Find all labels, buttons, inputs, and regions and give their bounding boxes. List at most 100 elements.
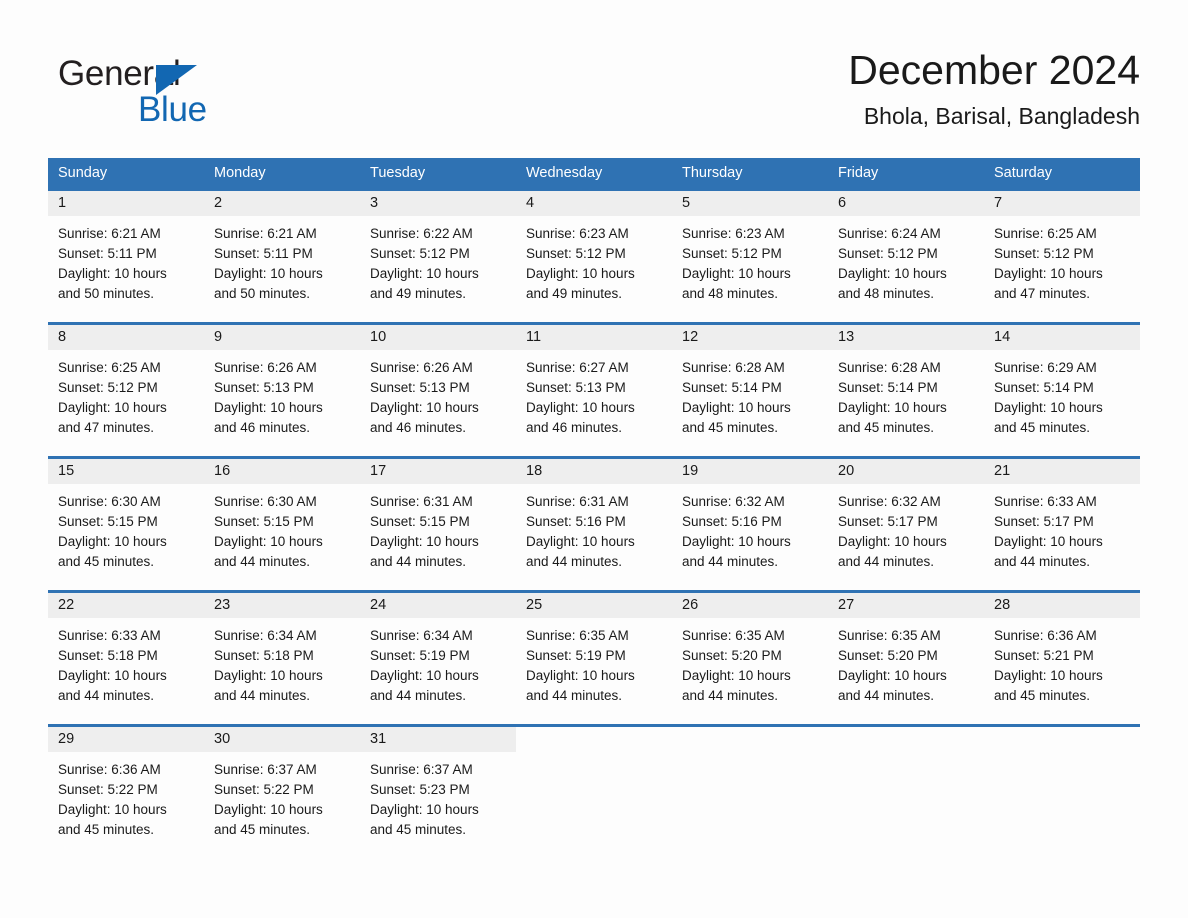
sunset-text: Sunset: 5:17 PM (838, 514, 938, 529)
day-number: 19 (682, 463, 699, 479)
daylight-text-line1: Daylight: 10 hours (370, 266, 479, 281)
calendar-day-cell[interactable]: 2 Sunrise: 6:21 AM Sunset: 5:11 PM Daylight… (204, 191, 360, 313)
daylight-text-line1: Daylight: 10 hours (214, 534, 323, 549)
daylight-text-line1: Daylight: 10 hours (370, 802, 479, 817)
day-details: Sunrise: 6:35 AM Sunset: 5:20 PM Daylight:… (828, 618, 984, 706)
daylight-text-line2: and 44 minutes. (838, 688, 935, 703)
calendar-day-cell[interactable]: 20 Sunrise: 6:32 AM Sunset: 5:17 PM Dayligh… (828, 459, 984, 581)
sunset-text: Sunset: 5:20 PM (682, 648, 782, 663)
calendar-day-cell[interactable]: 8 Sunrise: 6:25 AM Sunset: 5:12 PM Daylight… (48, 325, 204, 447)
day-details: Sunrise: 6:31 AM Sunset: 5:15 PM Daylight:… (360, 484, 516, 572)
day-number-bar: 31 (360, 727, 516, 752)
sunrise-text: Sunrise: 6:33 AM (58, 628, 161, 643)
calendar-day-cell[interactable]: 22 Sunrise: 6:33 AM Sunset: 5:18 PM Dayligh… (48, 593, 204, 715)
day-number: 20 (838, 463, 855, 479)
calendar-day-cell[interactable]: 4 Sunrise: 6:23 AM Sunset: 5:12 PM Daylight… (516, 191, 672, 313)
sunrise-text: Sunrise: 6:35 AM (526, 628, 629, 643)
sunset-text: Sunset: 5:16 PM (526, 514, 626, 529)
weekday-header-sunday: Sunday (58, 165, 108, 181)
calendar-day-cell[interactable]: 17 Sunrise: 6:31 AM Sunset: 5:15 PM Dayligh… (360, 459, 516, 581)
calendar-day-cell[interactable]: 25 Sunrise: 6:35 AM Sunset: 5:19 PM Dayligh… (516, 593, 672, 715)
general-blue-logo[interactable]: General Blue (58, 52, 318, 136)
day-number-bar: 27 (828, 593, 984, 618)
daylight-text-line2: and 45 minutes. (370, 822, 467, 837)
sunset-text: Sunset: 5:11 PM (214, 246, 313, 261)
sunrise-text: Sunrise: 6:28 AM (838, 360, 941, 375)
sunset-text: Sunset: 5:13 PM (526, 380, 626, 395)
sunset-text: Sunset: 5:12 PM (994, 246, 1094, 261)
day-number: 23 (214, 597, 231, 613)
calendar-day-cell[interactable]: 9 Sunrise: 6:26 AM Sunset: 5:13 PM Daylight… (204, 325, 360, 447)
daylight-text-line2: and 49 minutes. (526, 286, 623, 301)
location-subtitle: Bhola, Barisal, Bangladesh (863, 103, 1140, 129)
day-number: 17 (370, 463, 387, 479)
calendar-day-cell[interactable]: 7 Sunrise: 6:25 AM Sunset: 5:12 PM Daylight… (984, 191, 1140, 313)
daylight-text-line2: and 44 minutes. (370, 688, 467, 703)
calendar-day-cell[interactable]: 18 Sunrise: 6:31 AM Sunset: 5:16 PM Dayligh… (516, 459, 672, 581)
sunset-text: Sunset: 5:22 PM (58, 782, 158, 797)
daylight-text-line1: Daylight: 10 hours (58, 400, 167, 415)
calendar-day-cell[interactable]: 14 Sunrise: 6:29 AM Sunset: 5:14 PM Dayligh… (984, 325, 1140, 447)
calendar-day-cell[interactable]: 6 Sunrise: 6:24 AM Sunset: 5:12 PM Daylight… (828, 191, 984, 313)
calendar-day-cell[interactable]: 23 Sunrise: 6:34 AM Sunset: 5:18 PM Dayligh… (204, 593, 360, 715)
title-block: December 2024 Bhola, Barisal, Bangladesh (848, 44, 1140, 132)
calendar-day-cell[interactable]: 1 Sunrise: 6:21 AM Sunset: 5:11 PM Daylight… (48, 191, 204, 313)
daylight-text-line1: Daylight: 10 hours (58, 534, 167, 549)
sunrise-text: Sunrise: 6:36 AM (994, 628, 1097, 643)
day-details: Sunrise: 6:37 AM Sunset: 5:22 PM Daylight:… (204, 752, 360, 840)
sunrise-text: Sunrise: 6:22 AM (370, 226, 473, 241)
calendar-week-row: 22 Sunrise: 6:33 AM Sunset: 5:18 PM Dayligh… (48, 590, 1140, 715)
sunset-text: Sunset: 5:13 PM (214, 380, 314, 395)
daylight-text-line1: Daylight: 10 hours (994, 266, 1103, 281)
daylight-text-line1: Daylight: 10 hours (994, 668, 1103, 683)
day-number: 15 (58, 463, 75, 479)
calendar-day-cell[interactable]: 12 Sunrise: 6:28 AM Sunset: 5:14 PM Dayligh… (672, 325, 828, 447)
calendar-day-cell[interactable]: 11 Sunrise: 6:27 AM Sunset: 5:13 PM Dayligh… (516, 325, 672, 447)
day-details: Sunrise: 6:23 AM Sunset: 5:12 PM Daylight:… (672, 216, 828, 304)
day-number-bar: 19 (672, 459, 828, 484)
sunset-text: Sunset: 5:19 PM (370, 648, 470, 663)
day-number: 13 (838, 329, 855, 345)
calendar-day-cell[interactable]: 13 Sunrise: 6:28 AM Sunset: 5:14 PM Dayligh… (828, 325, 984, 447)
day-number-bar: 3 (360, 191, 516, 216)
day-number-bar: 23 (204, 593, 360, 618)
calendar-day-cell[interactable]: 27 Sunrise: 6:35 AM Sunset: 5:20 PM Dayligh… (828, 593, 984, 715)
calendar-day-cell[interactable]: 26 Sunrise: 6:35 AM Sunset: 5:20 PM Dayligh… (672, 593, 828, 715)
calendar-day-cell[interactable]: 5 Sunrise: 6:23 AM Sunset: 5:12 PM Daylight… (672, 191, 828, 313)
calendar-day-cell[interactable]: 29 Sunrise: 6:36 AM Sunset: 5:22 PM Dayligh… (48, 727, 204, 849)
day-details: Sunrise: 6:26 AM Sunset: 5:13 PM Daylight:… (204, 350, 360, 438)
daylight-text-line1: Daylight: 10 hours (526, 668, 635, 683)
day-number: 31 (370, 731, 387, 747)
day-details: Sunrise: 6:35 AM Sunset: 5:20 PM Daylight:… (672, 618, 828, 706)
day-number: 10 (370, 329, 387, 345)
sunrise-text: Sunrise: 6:28 AM (682, 360, 785, 375)
calendar-day-cell[interactable]: 19 Sunrise: 6:32 AM Sunset: 5:16 PM Dayligh… (672, 459, 828, 581)
day-number: 30 (214, 731, 231, 747)
sunset-text: Sunset: 5:12 PM (58, 380, 158, 395)
calendar-day-cell[interactable]: 24 Sunrise: 6:34 AM Sunset: 5:19 PM Dayligh… (360, 593, 516, 715)
daylight-text-line1: Daylight: 10 hours (58, 802, 167, 817)
calendar-day-cell[interactable]: 30 Sunrise: 6:37 AM Sunset: 5:22 PM Dayligh… (204, 727, 360, 849)
daylight-text-line2: and 44 minutes. (370, 554, 467, 569)
sunset-text: Sunset: 5:13 PM (370, 380, 470, 395)
sunrise-text: Sunrise: 6:27 AM (526, 360, 629, 375)
daylight-text-line2: and 46 minutes. (526, 420, 623, 435)
daylight-text-line2: and 45 minutes. (682, 420, 779, 435)
calendar-day-cell[interactable]: 31 Sunrise: 6:37 AM Sunset: 5:23 PM Dayligh… (360, 727, 516, 849)
day-details: Sunrise: 6:21 AM Sunset: 5:11 PM Daylight:… (48, 216, 204, 304)
day-number-bar: 24 (360, 593, 516, 618)
calendar-day-cell[interactable]: 21 Sunrise: 6:33 AM Sunset: 5:17 PM Dayligh… (984, 459, 1140, 581)
calendar-day-cell[interactable]: 10 Sunrise: 6:26 AM Sunset: 5:13 PM Dayligh… (360, 325, 516, 447)
weekday-header-friday: Friday (838, 165, 879, 181)
day-details: Sunrise: 6:30 AM Sunset: 5:15 PM Daylight:… (204, 484, 360, 572)
calendar-day-cell[interactable]: 3 Sunrise: 6:22 AM Sunset: 5:12 PM Daylight… (360, 191, 516, 313)
day-number-bar: 22 (48, 593, 204, 618)
calendar-day-cell[interactable]: 28 Sunrise: 6:36 AM Sunset: 5:21 PM Dayligh… (984, 593, 1140, 715)
logo-text-blue: Blue (138, 90, 207, 129)
sunset-text: Sunset: 5:12 PM (838, 246, 938, 261)
sunrise-text: Sunrise: 6:33 AM (994, 494, 1097, 509)
calendar-day-cell[interactable]: 15 Sunrise: 6:30 AM Sunset: 5:15 PM Dayligh… (48, 459, 204, 581)
day-number-bar: 17 (360, 459, 516, 484)
calendar-day-cell[interactable]: 16 Sunrise: 6:30 AM Sunset: 5:15 PM Dayligh… (204, 459, 360, 581)
sunrise-text: Sunrise: 6:34 AM (214, 628, 317, 643)
